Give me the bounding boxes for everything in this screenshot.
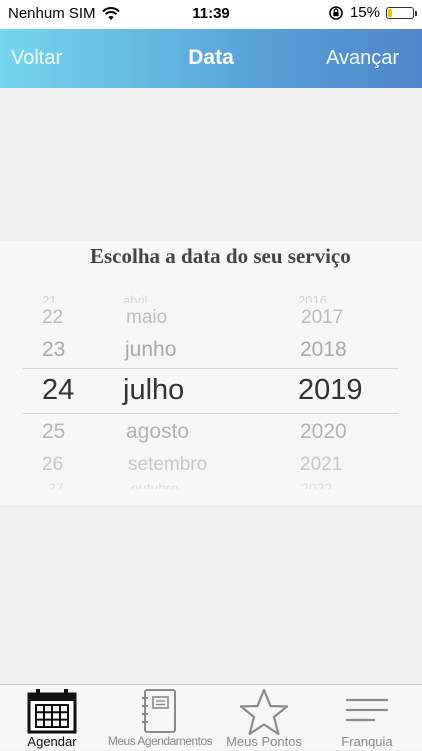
picker-year: 2016 xyxy=(298,293,327,303)
tab-agendar[interactable]: Agendar xyxy=(0,685,104,751)
picker-row[interactable]: 22 maio 2017 xyxy=(0,307,422,337)
picker-row[interactable]: 23 junho 2018 xyxy=(0,338,422,368)
picker-day: 26 xyxy=(42,454,64,475)
selected-month: julho xyxy=(123,374,185,406)
picker-day: 27 xyxy=(48,480,64,489)
picker-day: 22 xyxy=(42,307,64,328)
picker-year: 2022 xyxy=(301,480,333,489)
picker-month: setembro xyxy=(128,454,208,475)
date-picker-card: Escolha a data do seu serviço 21 abril 2… xyxy=(0,241,422,505)
tab-meus-pontos[interactable]: Meus Pontos xyxy=(216,685,312,751)
notebook-icon xyxy=(142,689,176,733)
tab-label: Meus Agendamentos xyxy=(107,734,213,748)
tab-bar: Agendar Meus Agendamentos Meus Pontos Fr… xyxy=(0,684,422,750)
picker-month: abril xyxy=(123,293,148,303)
next-button[interactable]: Avançar xyxy=(326,47,399,70)
orientation-lock-icon xyxy=(329,5,343,20)
status-bar: Nenhum SIM 11:39 15% xyxy=(0,0,422,29)
status-right: 15% xyxy=(328,4,417,21)
tab-label: Franquia xyxy=(341,734,393,749)
calendar-icon xyxy=(27,689,77,734)
picker-day: 21 xyxy=(42,293,57,303)
selected-day: 24 xyxy=(42,374,75,406)
tab-label: Agendar xyxy=(27,734,77,749)
picker-year: 2017 xyxy=(301,307,344,328)
selection-bottom-line xyxy=(23,413,399,414)
picker-year: 2020 xyxy=(300,420,347,443)
tab-meus-agendamentos[interactable]: Meus Agendamentos xyxy=(104,685,216,751)
picker-year: 2021 xyxy=(300,454,343,475)
picker-month: junho xyxy=(125,338,177,361)
picker-row[interactable]: 21 abril 2016 xyxy=(0,293,422,303)
tab-franquia[interactable]: Franquia xyxy=(312,685,422,751)
battery-icon xyxy=(386,6,417,19)
battery-fill xyxy=(388,8,392,17)
picker-month: outubro xyxy=(131,480,179,489)
picker-year: 2018 xyxy=(300,338,347,361)
picker-month: maio xyxy=(126,307,168,328)
picker-day: 25 xyxy=(42,420,66,443)
picker-month: agosto xyxy=(126,420,190,443)
picker-row[interactable]: 27 outubro 2022 xyxy=(0,480,422,489)
picker-title: Escolha a data do seu serviço xyxy=(90,244,351,268)
picker-row[interactable]: 25 agosto 2020 xyxy=(0,420,422,450)
selected-year: 2019 xyxy=(298,374,363,406)
picker-day: 23 xyxy=(42,338,66,361)
picker-row-selected[interactable]: 24 julho 2019 xyxy=(0,374,422,406)
tab-label: Meus Pontos xyxy=(226,734,302,749)
navigation-bar: Voltar Data Avançar xyxy=(0,29,422,88)
selection-top-line xyxy=(23,368,399,369)
battery-percent: 15% xyxy=(349,4,380,21)
star-icon xyxy=(239,688,289,736)
menu-lines-icon xyxy=(345,698,389,722)
